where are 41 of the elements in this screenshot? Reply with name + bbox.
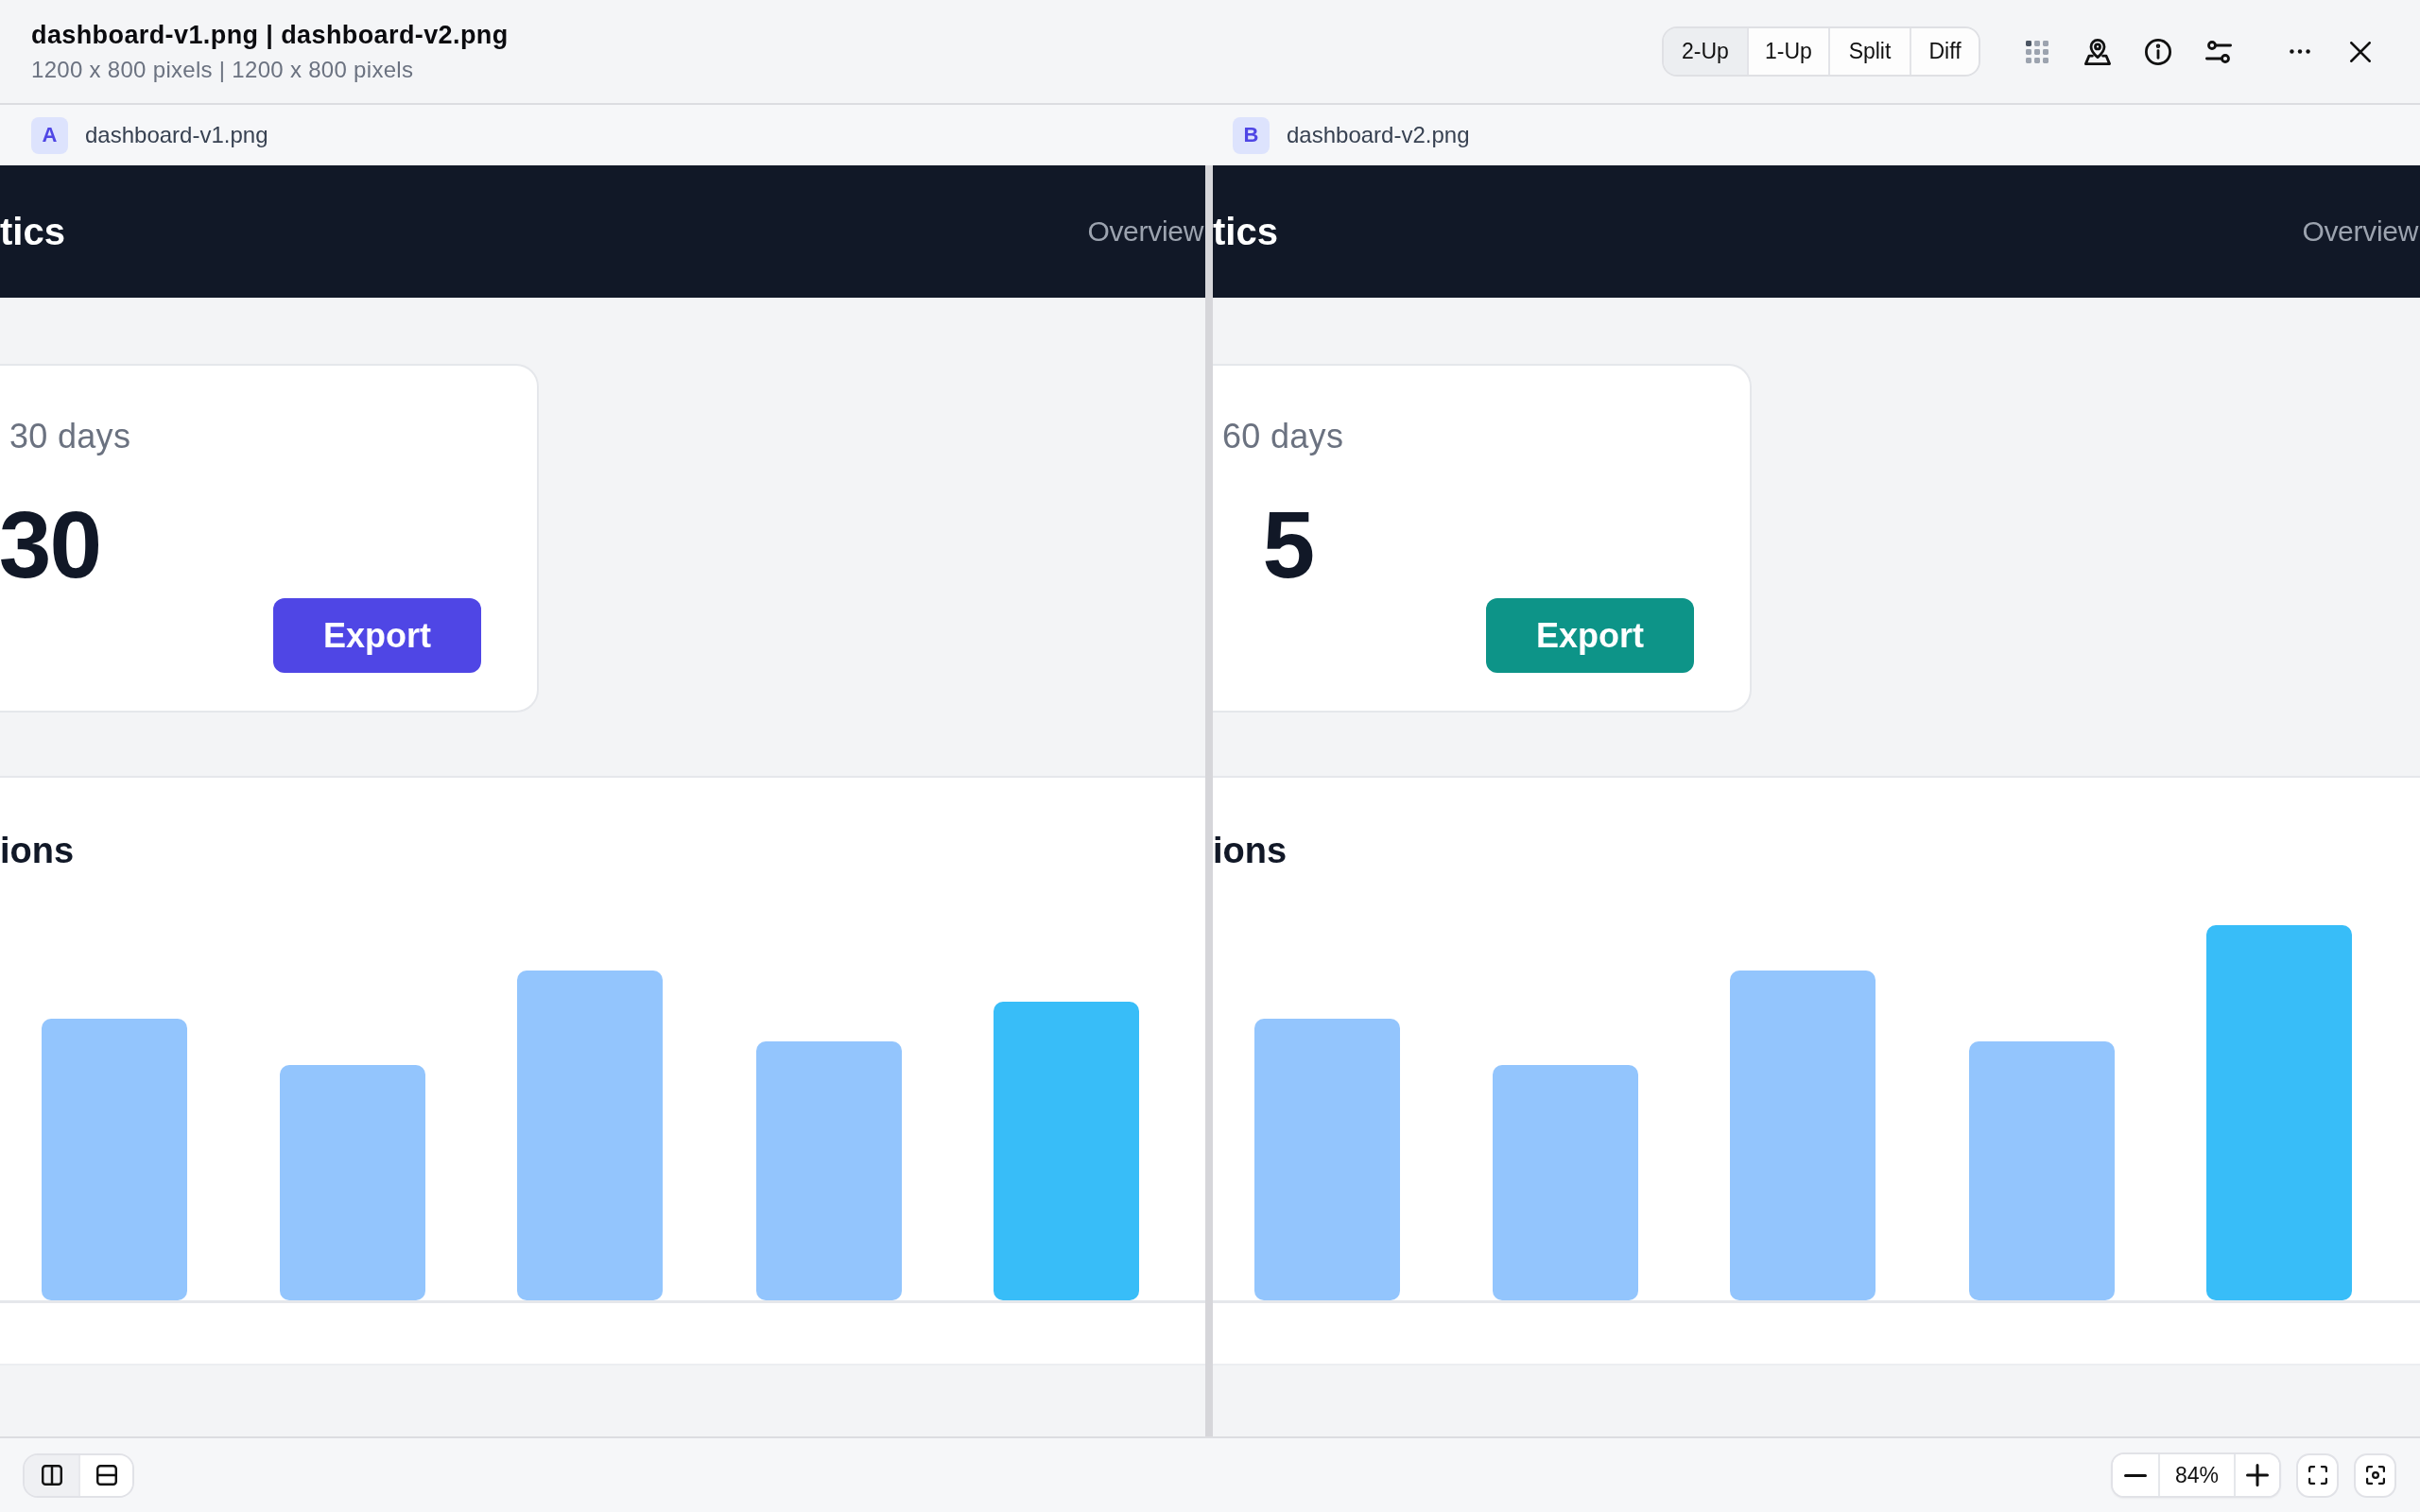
rows-icon (95, 1465, 117, 1486)
split-divider-handle[interactable] (1205, 165, 1213, 1436)
stat-value: 5 (1262, 492, 1313, 596)
columns-icon (41, 1465, 62, 1486)
focus-icon (2365, 1466, 2385, 1485)
view-mode-tab[interactable]: 2-Up (1664, 28, 1747, 75)
nav-link[interactable]: Overview (2302, 214, 2418, 249)
fullscreen-icon (2308, 1466, 2327, 1485)
sliders-icon (2205, 40, 2232, 63)
view-mode-tab[interactable]: Split (1828, 28, 1910, 75)
stacked-button[interactable] (78, 1454, 132, 1496)
close-icon (2350, 41, 2371, 62)
file-name: dashboard-v2.png (1287, 122, 1470, 148)
focus-button[interactable] (2354, 1452, 2396, 1498)
zoom-in-button[interactable] (2236, 1454, 2279, 1496)
chart-title: ions (0, 830, 75, 871)
file-badge: B (1233, 116, 1270, 154)
app-title: tics (0, 210, 65, 254)
export-button[interactable]: Export (273, 598, 481, 673)
info-icon (2145, 38, 2171, 65)
map-pin-icon (2084, 38, 2111, 65)
file-name: dashboard-v1.png (85, 122, 268, 148)
more-icon (2290, 49, 2310, 54)
window-title: dashboard-v1.png | dashboard-v2.png (31, 20, 509, 51)
export-button[interactable]: Export (1486, 598, 1694, 673)
zoom-out-button[interactable] (2113, 1454, 2158, 1496)
side-by-side-button[interactable] (25, 1454, 78, 1496)
grid-icon (2026, 40, 2048, 63)
nav-link[interactable]: Overview (1087, 214, 1203, 249)
chart-title: ions (1213, 830, 1288, 871)
view-mode-tab[interactable]: Diff (1910, 28, 1979, 75)
fit-screen-button[interactable] (2296, 1452, 2339, 1498)
image-dimensions: 1200 x 800 pixels | 1200 x 800 pixels (31, 56, 414, 83)
app-title: tics (1213, 210, 1278, 254)
minus-icon (2124, 1473, 2147, 1477)
plus-icon (2246, 1464, 2269, 1486)
stat-label: 60 days (1222, 416, 1344, 457)
file-badge: A (31, 116, 68, 154)
stat-value: 30 (0, 492, 100, 596)
stat-label: 30 days (9, 416, 131, 457)
view-mode-tab[interactable]: 1-Up (1747, 28, 1828, 75)
